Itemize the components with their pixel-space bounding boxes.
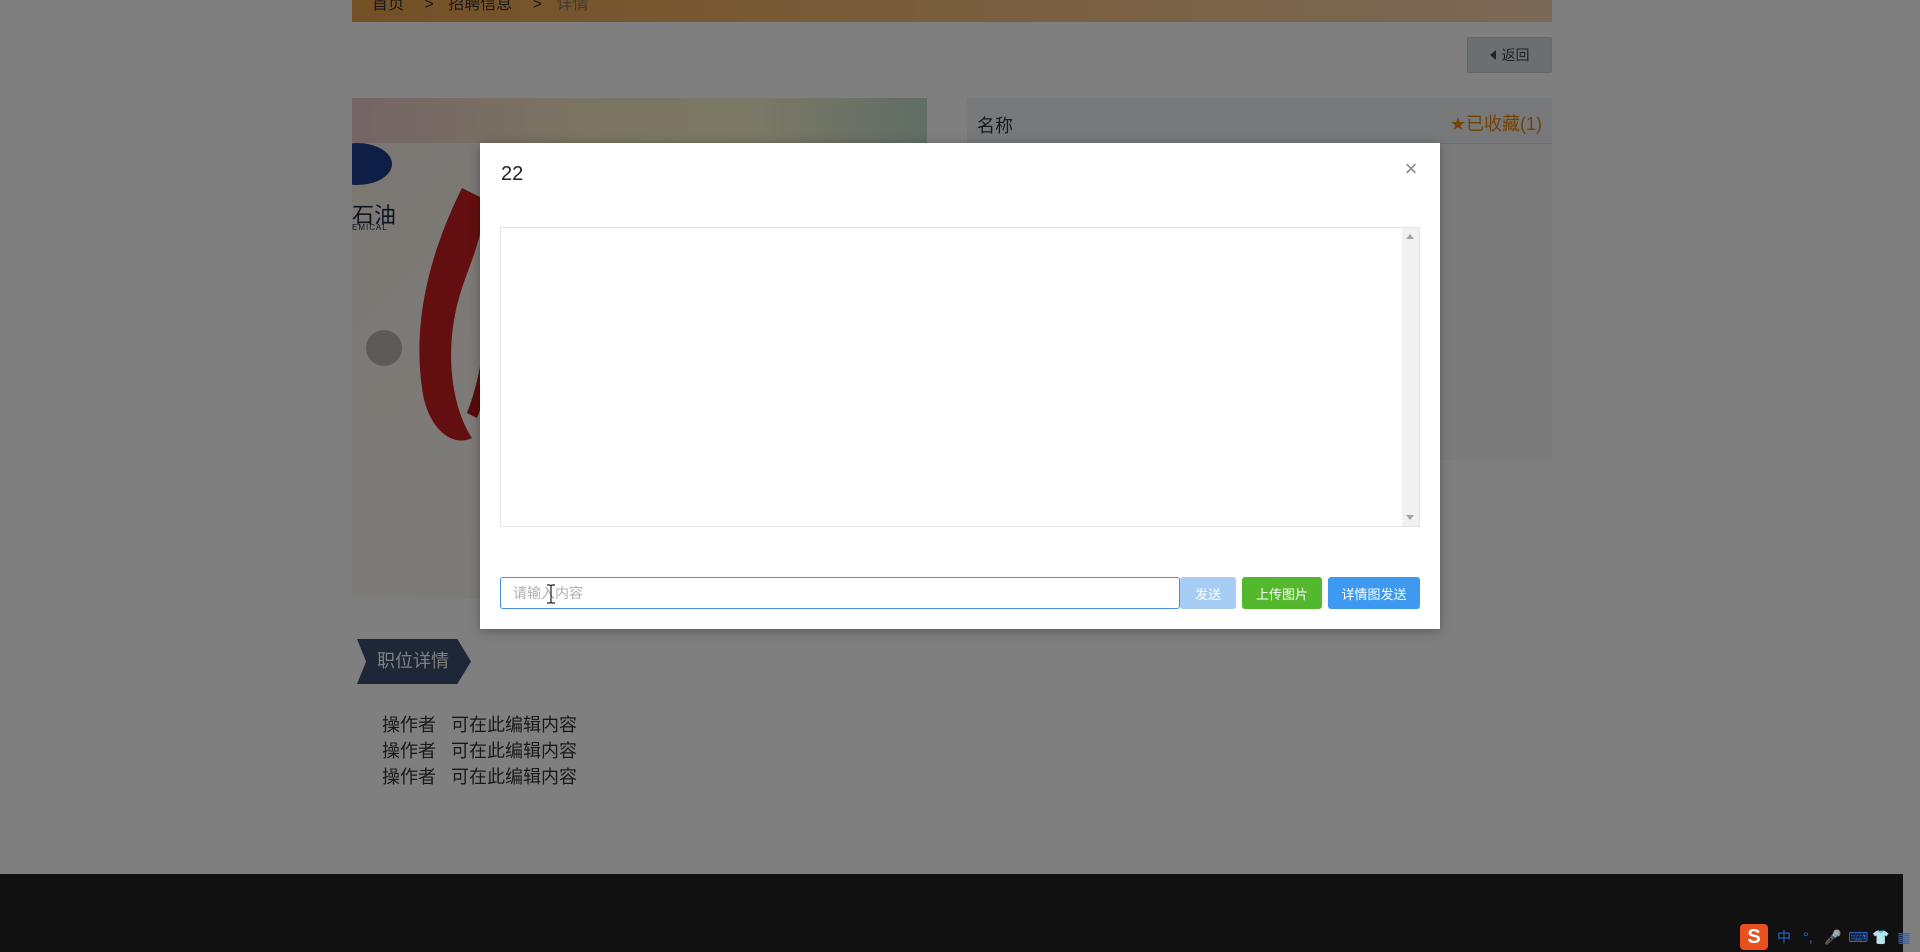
ime-logo-icon[interactable]: S — [1740, 924, 1768, 950]
ime-toolbar: S 中 °, 🎤 ⌨ 👕 ▦ — [1740, 924, 1912, 950]
chat-modal: 22 × 发送 上传图片 详情图发送 — [480, 143, 1440, 629]
skin-icon[interactable]: 👕 — [1872, 929, 1889, 946]
chat-scrollbar[interactable] — [1402, 228, 1419, 526]
send-detail-image-button[interactable]: 详情图发送 — [1328, 577, 1420, 609]
modal-title: 22 — [501, 163, 524, 185]
message-input[interactable] — [500, 577, 1180, 609]
scroll-up-icon[interactable] — [1406, 234, 1414, 239]
toolbox-grid-icon[interactable]: ▦ — [1896, 929, 1912, 946]
close-icon[interactable]: × — [1400, 158, 1422, 180]
microphone-icon[interactable]: 🎤 — [1824, 929, 1841, 946]
ime-language-toggle[interactable]: 中 — [1776, 927, 1792, 947]
send-button[interactable]: 发送 — [1180, 577, 1236, 609]
chat-message-area[interactable] — [500, 227, 1420, 527]
keyboard-icon[interactable]: ⌨ — [1848, 929, 1868, 946]
ime-punctuation-toggle[interactable]: °, — [1800, 929, 1816, 945]
scroll-down-icon[interactable] — [1406, 515, 1414, 520]
text-cursor-icon — [547, 584, 555, 604]
upload-image-button[interactable]: 上传图片 — [1242, 577, 1322, 609]
